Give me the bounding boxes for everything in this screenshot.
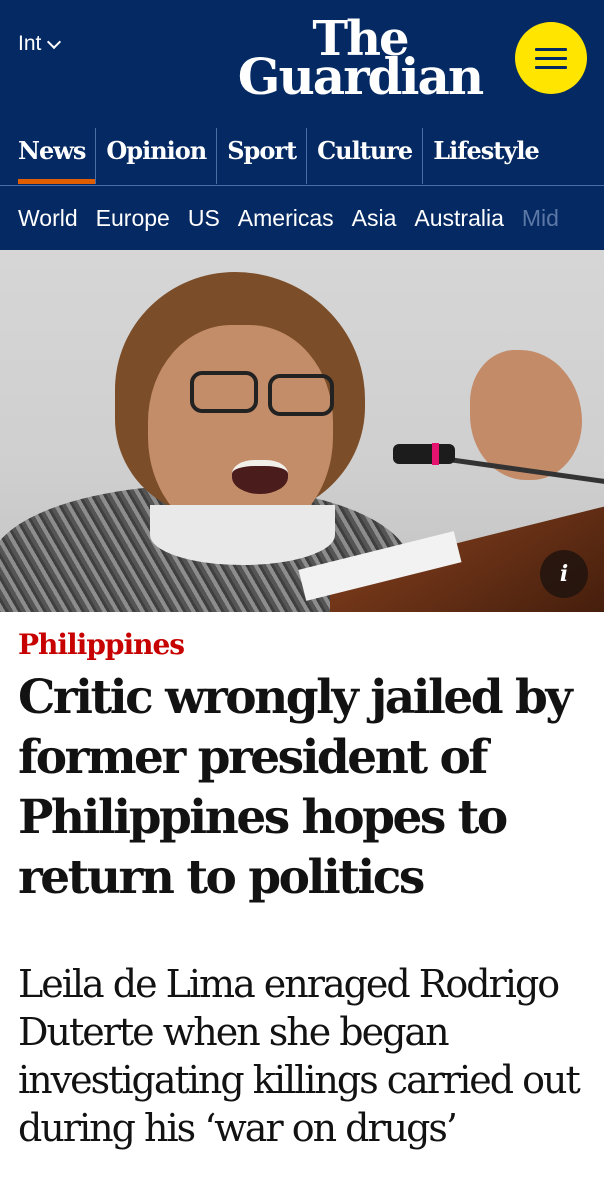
hamburger-icon-bar [535, 65, 567, 69]
subnav-middle-east[interactable]: Mid [522, 205, 559, 232]
subnav-americas[interactable]: Americas [238, 205, 334, 232]
subnav-us[interactable]: US [188, 205, 220, 232]
photo-collar [150, 505, 335, 565]
hamburger-icon-bar [535, 56, 567, 60]
subnav-asia[interactable]: Asia [352, 205, 397, 232]
article-standfirst: Leila de Lima enraged Rodrigo Duterte wh… [18, 962, 581, 1150]
subnav-world[interactable]: World [18, 205, 78, 232]
article-headline: Critic wrongly jailed by former presiden… [18, 670, 573, 905]
pillar-lifestyle[interactable]: Lifestyle [422, 128, 549, 184]
guardian-logo[interactable]: The Guardian [222, 15, 498, 106]
pillar-label: News [18, 136, 86, 165]
chevron-down-icon [47, 34, 62, 50]
photo-microphone [393, 444, 455, 464]
photo-glasses-left [190, 371, 258, 413]
hamburger-icon-bar [535, 47, 567, 51]
pillar-label: Lifestyle [433, 136, 540, 165]
edition-selector[interactable]: Int [18, 32, 62, 56]
photo-microphone-ring [432, 443, 439, 465]
subnav-europe[interactable]: Europe [96, 205, 170, 232]
pillar-news[interactable]: News [0, 128, 96, 184]
pillar-label: Sport [227, 136, 297, 165]
sub-nav: World Europe US Americas Asia Australia … [0, 185, 604, 250]
info-icon[interactable]: i [540, 550, 588, 598]
menu-button[interactable] [515, 22, 587, 94]
pillar-opinion[interactable]: Opinion [95, 128, 216, 184]
pillar-label: Culture [317, 136, 413, 165]
pillar-nav: News Opinion Sport Culture Lifestyle [0, 128, 549, 184]
masthead: Int The Guardian News Opinion Sport Cult… [0, 0, 604, 250]
subnav-australia[interactable]: Australia [414, 205, 503, 232]
article-kicker[interactable]: Philippines [18, 628, 185, 661]
pillar-culture[interactable]: Culture [306, 128, 422, 184]
logo-line-2: Guardian [237, 47, 485, 106]
standfirst-container: Leila de Lima enraged Rodrigo Duterte wh… [0, 955, 604, 1160]
pillar-label: Opinion [106, 136, 207, 165]
pillar-sport[interactable]: Sport [216, 128, 306, 184]
photo-hand [470, 350, 582, 480]
photo-glasses-right [268, 374, 334, 416]
photo-mouth [232, 460, 288, 494]
edition-label: Int [18, 32, 42, 55]
hero-image [0, 250, 604, 612]
